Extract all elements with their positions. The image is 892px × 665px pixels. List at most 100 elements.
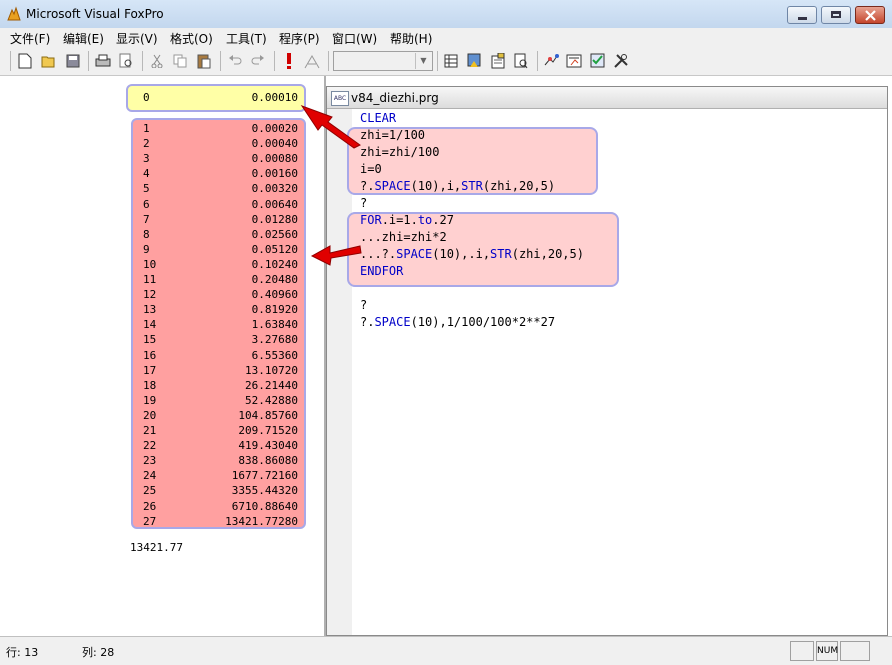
new-file-icon[interactable] xyxy=(16,52,34,70)
menu-help[interactable]: 帮助(H) xyxy=(390,30,432,47)
print-icon[interactable] xyxy=(94,52,112,70)
code-line[interactable]: ...zhi=zhi*2 xyxy=(360,229,447,246)
code-line[interactable]: ?.SPACE(10),i,STR(zhi,20,5) xyxy=(360,178,555,195)
output-value: 0.10240 xyxy=(251,257,298,271)
menu-format[interactable]: 格式(O) xyxy=(170,30,213,47)
code-keyword: SPACE xyxy=(396,247,433,261)
code-token: zhi=zhi/100 xyxy=(360,145,440,159)
output-row: 17 13.10720 xyxy=(0,363,320,378)
form-wizard-icon[interactable] xyxy=(565,52,583,70)
code-line[interactable]: FOR.i=1.to.27 xyxy=(360,212,454,229)
menu-edit[interactable]: 编辑(E) xyxy=(63,30,104,47)
editor-title-bar[interactable]: ABC v84_diezhi.prg xyxy=(327,87,887,109)
close-button[interactable] xyxy=(855,6,885,24)
menu-view[interactable]: 显示(V) xyxy=(116,30,158,47)
output-row: 7 0.01280 xyxy=(0,212,320,227)
code-token: ...zhi=zhi*2 xyxy=(360,230,447,244)
code-line[interactable]: ENDFOR xyxy=(360,263,403,280)
code-token: ?. xyxy=(360,315,375,329)
output-row: 16 6.55360 xyxy=(0,348,320,363)
open-folder-icon[interactable] xyxy=(40,52,58,70)
output-index: 2 xyxy=(143,137,150,151)
code-token: (10),i, xyxy=(410,179,462,193)
code-token: zhi=1/100 xyxy=(360,128,426,142)
output-index: 1 xyxy=(143,122,150,135)
copy-icon[interactable] xyxy=(171,52,189,70)
code-line[interactable]: i=0 xyxy=(360,161,382,178)
code-line[interactable]: ...?.SPACE(10),.i,STR(zhi,20,5) xyxy=(360,246,584,263)
code-token: (10),1/100/100*2**27 xyxy=(410,315,556,329)
output-index: 7 xyxy=(143,212,150,226)
data-session-icon[interactable] xyxy=(442,52,460,70)
output-index: 9 xyxy=(143,242,150,256)
properties-icon[interactable] xyxy=(512,52,530,70)
output-value: 419.43040 xyxy=(238,439,298,453)
code-line[interactable]: zhi=zhi/100 xyxy=(360,144,439,161)
output-index: 0 xyxy=(143,91,150,104)
output-value: 3.27680 xyxy=(251,333,298,347)
code-token: ? xyxy=(360,298,368,312)
output-row: 22 419.43040 xyxy=(0,438,320,453)
code-line[interactable]: ? xyxy=(360,195,367,212)
menu-tools[interactable]: 工具(T) xyxy=(226,30,267,47)
chevron-down-icon[interactable]: ▼ xyxy=(415,53,431,69)
output-value: 6.55360 xyxy=(251,348,298,362)
status-panel-ins xyxy=(790,641,814,661)
output-value: 0.00010 xyxy=(251,91,298,104)
title-bar[interactable]: Microsoft Visual FoxPro xyxy=(0,0,892,28)
output-row: 14 1.63840 xyxy=(0,317,320,332)
output-index: 23 xyxy=(143,454,157,468)
command-window-icon[interactable] xyxy=(465,52,483,70)
code-line[interactable]: zhi=1/100 xyxy=(360,127,425,144)
close-icon xyxy=(865,10,876,21)
code-line[interactable]: ?.SPACE(10),1/100/100*2**27 xyxy=(360,314,555,331)
toolbox-icon[interactable] xyxy=(612,52,630,70)
code-line[interactable]: CLEAR xyxy=(360,110,396,127)
menu-file[interactable]: 文件(F) xyxy=(10,30,50,47)
output-value: 13421.77280 xyxy=(225,514,298,528)
database-designer-icon[interactable] xyxy=(489,52,507,70)
output-row: 20 104.85760 xyxy=(0,408,320,423)
output-value: 0.20480 xyxy=(251,273,298,286)
output-value: 13.10720 xyxy=(245,363,298,377)
redo-icon[interactable] xyxy=(249,52,267,70)
output-row: 19 52.42880 xyxy=(0,393,320,408)
run-icon[interactable] xyxy=(280,52,298,70)
menu-window[interactable]: 窗口(W) xyxy=(332,30,377,47)
final-result: 13421.77 xyxy=(130,541,183,554)
output-value: 209.71520 xyxy=(238,424,298,437)
output-row: 21 209.71520 xyxy=(0,423,320,438)
output-index: 10 xyxy=(143,257,157,271)
paste-icon[interactable] xyxy=(195,52,213,70)
output-index: 6 xyxy=(143,197,150,211)
output-row: 12 0.40960 xyxy=(0,287,320,302)
output-row: 4 0.00160 xyxy=(0,166,320,181)
restore-button[interactable] xyxy=(821,6,851,24)
output-row: 3 0.00080 xyxy=(0,151,320,166)
output-row: 11 0.20480 xyxy=(0,272,320,287)
menu-program[interactable]: 程序(P) xyxy=(279,30,320,47)
code-line[interactable]: ? xyxy=(360,297,367,314)
print-preview-icon[interactable] xyxy=(117,52,135,70)
status-bar: 行: 13 列: 28 NUM xyxy=(0,636,892,665)
output-index: 21 xyxy=(143,424,157,437)
output-value: 0.00320 xyxy=(251,182,298,196)
output-index: 25 xyxy=(143,484,157,498)
cut-icon[interactable] xyxy=(148,52,166,70)
output-value: 0.01280 xyxy=(251,212,298,226)
undo-icon[interactable] xyxy=(226,52,244,70)
modify-form-icon[interactable] xyxy=(303,52,321,70)
minimize-button[interactable] xyxy=(787,6,817,24)
save-icon[interactable] xyxy=(64,52,82,70)
output-row: 25 3355.44320 xyxy=(0,483,320,498)
code-icon[interactable] xyxy=(542,52,560,70)
code-token: .27 xyxy=(432,213,454,227)
toolbar-combo[interactable]: ▼ xyxy=(333,51,433,71)
output-row: 15 3.27680 xyxy=(0,332,320,347)
output-value: 0.00080 xyxy=(251,152,298,166)
output-value: 26.21440 xyxy=(245,378,298,392)
output-index: 15 xyxy=(143,333,157,347)
output-row: 27 13421.77280 xyxy=(0,514,320,529)
output-index: 22 xyxy=(143,439,157,453)
report-designer-icon[interactable] xyxy=(589,52,607,70)
